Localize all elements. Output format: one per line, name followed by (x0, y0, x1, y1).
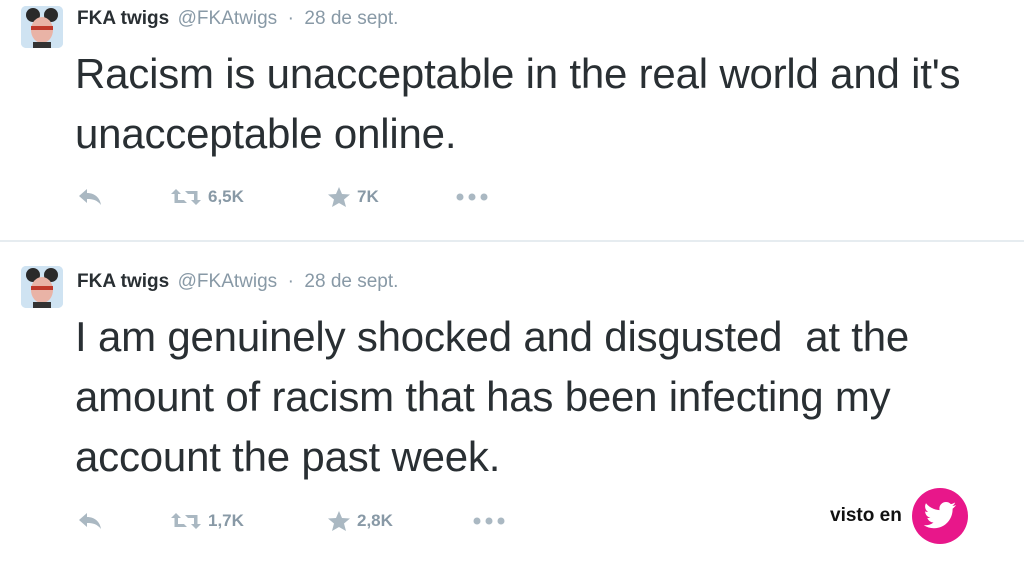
twitter-bird-icon (911, 488, 968, 544)
tweet-actions: 1,7K 2,8K (77, 506, 677, 536)
author-handle[interactable]: @FKAtwigs (178, 8, 278, 29)
favorite-count: 7K (357, 187, 379, 206)
avatar[interactable] (21, 266, 63, 308)
more-button[interactable] (472, 506, 506, 536)
tweet-date[interactable]: 28 de sept. (304, 271, 398, 292)
avatar[interactable] (21, 6, 63, 48)
separator: · (287, 8, 294, 29)
star-icon (328, 511, 350, 531)
retweet-count: 6,5K (208, 187, 244, 206)
retweet-icon (171, 189, 201, 205)
star-icon (328, 187, 350, 207)
tweet-date[interactable]: 28 de sept. (304, 8, 398, 29)
author-name[interactable]: FKA twigs (77, 271, 169, 292)
retweet-button[interactable]: 1,7K (170, 506, 244, 536)
retweet-icon (171, 513, 201, 529)
source-badge: visto en (830, 486, 968, 546)
retweet-count: 1,7K (208, 511, 244, 530)
favorite-button[interactable]: 7K (327, 182, 379, 212)
tweet-actions: 6,5K 7K (77, 182, 677, 212)
more-dots-icon (456, 193, 488, 201)
reply-button[interactable] (77, 506, 103, 536)
separator: · (287, 271, 294, 292)
more-button[interactable] (455, 182, 489, 212)
tweet-header: FKA twigs @FKAtwigs · 28 de sept. (77, 8, 398, 30)
reply-icon (79, 189, 101, 205)
badge-label: visto en (830, 505, 902, 526)
favorite-button[interactable]: 2,8K (327, 506, 393, 536)
tweet-divider (0, 240, 1024, 242)
more-dots-icon (473, 517, 505, 525)
reply-button[interactable] (77, 182, 103, 212)
author-handle[interactable]: @FKAtwigs (178, 271, 278, 292)
favorite-count: 2,8K (357, 511, 393, 530)
retweet-button[interactable]: 6,5K (170, 182, 244, 212)
tweet-text: Racism is unacceptable in the real world… (75, 50, 961, 157)
reply-icon (79, 513, 101, 529)
tweet-text: I am genuinely shocked and disgusted at … (75, 313, 921, 480)
tweet-card: FKA twigs @FKAtwigs · 28 de sept. Racism… (0, 0, 1024, 240)
author-name[interactable]: FKA twigs (77, 8, 169, 29)
tweet-header: FKA twigs @FKAtwigs · 28 de sept. (77, 271, 398, 293)
